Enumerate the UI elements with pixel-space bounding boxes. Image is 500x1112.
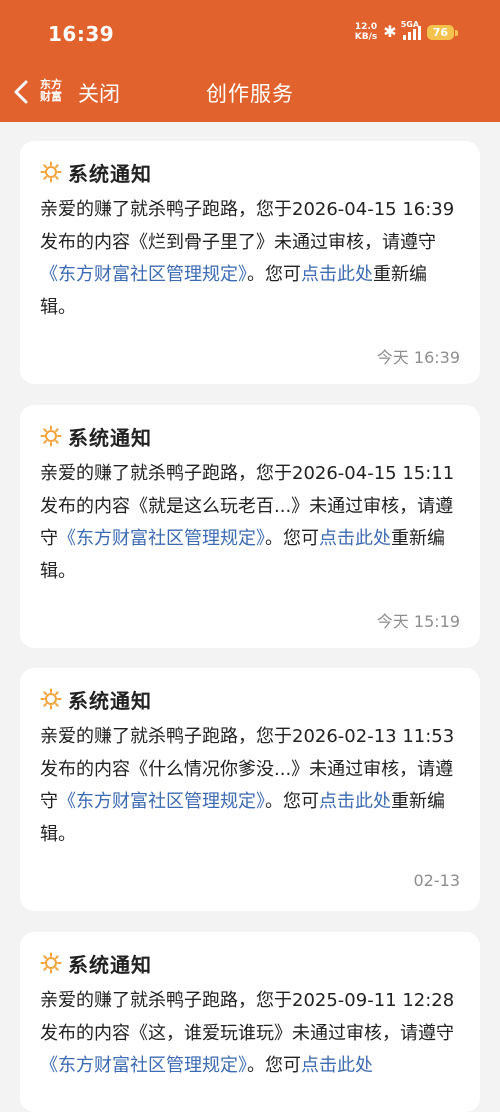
notice-time: 今天 15:19 — [376, 612, 460, 631]
notice-header: 系统通知 — [40, 423, 460, 450]
notice-card: 系统通知 亲爱的赚了就杀鸭子跑路，您于2026-04-15 15:11发布的内容… — [20, 405, 480, 648]
notice-time: 今天 16:39 — [376, 348, 460, 367]
sun-notice-icon — [40, 161, 62, 183]
page-title: 创作服务 — [206, 82, 294, 106]
rules-link[interactable]: 《东方财富社区管理规定》 — [40, 264, 247, 285]
edit-link[interactable]: 点击此处 — [301, 264, 373, 285]
notice-header: 系统通知 — [40, 950, 460, 977]
net-speed: 12.0 KB/s — [355, 22, 377, 42]
notice-header: 系统通知 — [40, 159, 460, 186]
rules-link[interactable]: 《东方财富社区管理规定》 — [58, 791, 265, 812]
battery-icon: 76 — [426, 24, 459, 40]
status-icons: 12.0 KB/s ✱ 5GA 76 — [355, 20, 459, 42]
notice-body: 亲爱的赚了就杀鸭子跑路，您于2025-09-11 12:28发布的内容《这，谁爱… — [40, 985, 460, 1083]
status-time: 16:39 — [48, 22, 115, 46]
notice-card: 系统通知 亲爱的赚了就杀鸭子跑路，您于2026-04-15 16:39发布的内容… — [20, 141, 480, 384]
edit-link[interactable]: 点击此处 — [319, 528, 391, 549]
rules-link[interactable]: 《东方财富社区管理规定》 — [40, 1055, 247, 1076]
net-speed-value: 12.0 — [354, 22, 378, 32]
status-bar: 16:39 12.0 KB/s ✱ 5GA 76 — [0, 0, 500, 68]
notice-text-middle: 。您可 — [247, 1055, 301, 1076]
edit-link[interactable]: 点击此处 — [319, 791, 391, 812]
notice-time: 02-13 — [413, 871, 461, 890]
edit-link[interactable]: 点击此处 — [301, 1055, 373, 1076]
notice-card: 系统通知 亲爱的赚了就杀鸭子跑路，您于2026-02-13 11:53发布的内容… — [20, 668, 480, 911]
notice-text-middle: 。您可 — [265, 791, 319, 812]
notice-text: 亲爱的赚了就杀鸭子跑路，您于2026-04-15 16:39发布的内容《烂到骨子… — [40, 199, 455, 253]
sun-notice-icon — [40, 688, 62, 710]
bluetooth-icon: ✱ — [383, 22, 397, 41]
notice-body: 亲爱的赚了就杀鸭子跑路，您于2026-04-15 16:39发布的内容《烂到骨子… — [40, 194, 460, 324]
notice-body: 亲爱的赚了就杀鸭子跑路，您于2026-02-13 11:53发布的内容《什么情况… — [40, 721, 460, 851]
notice-card: 系统通知 亲爱的赚了就杀鸭子跑路，您于2025-09-11 12:28发布的内容… — [20, 932, 480, 1112]
sun-notice-icon — [40, 425, 62, 447]
notice-title: 系统通知 — [68, 425, 152, 450]
sun-notice-icon — [40, 952, 62, 974]
notice-text-middle: 。您可 — [247, 264, 301, 285]
notice-text-middle: 。您可 — [265, 528, 319, 549]
notice-title: 系统通知 — [68, 688, 152, 713]
notice-title: 系统通知 — [68, 952, 152, 977]
notice-text: 亲爱的赚了就杀鸭子跑路，您于2025-09-11 12:28发布的内容《这，谁爱… — [40, 990, 455, 1044]
net-speed-unit: KB/s — [354, 32, 378, 42]
app-header: 16:39 12.0 KB/s ✱ 5GA 76 东方 财富 关闭 创作服务 — [0, 0, 500, 122]
notice-title: 系统通知 — [68, 161, 152, 186]
signal-icon: 5GA — [401, 20, 421, 40]
nav-bar: 东方 财富 关闭 创作服务 — [0, 66, 500, 118]
notice-body: 亲爱的赚了就杀鸭子跑路，您于2026-04-15 15:11发布的内容《就是这么… — [40, 458, 460, 588]
network-type: 5GA — [400, 20, 420, 29]
notice-header: 系统通知 — [40, 686, 460, 713]
rules-link[interactable]: 《东方财富社区管理规定》 — [58, 528, 265, 549]
